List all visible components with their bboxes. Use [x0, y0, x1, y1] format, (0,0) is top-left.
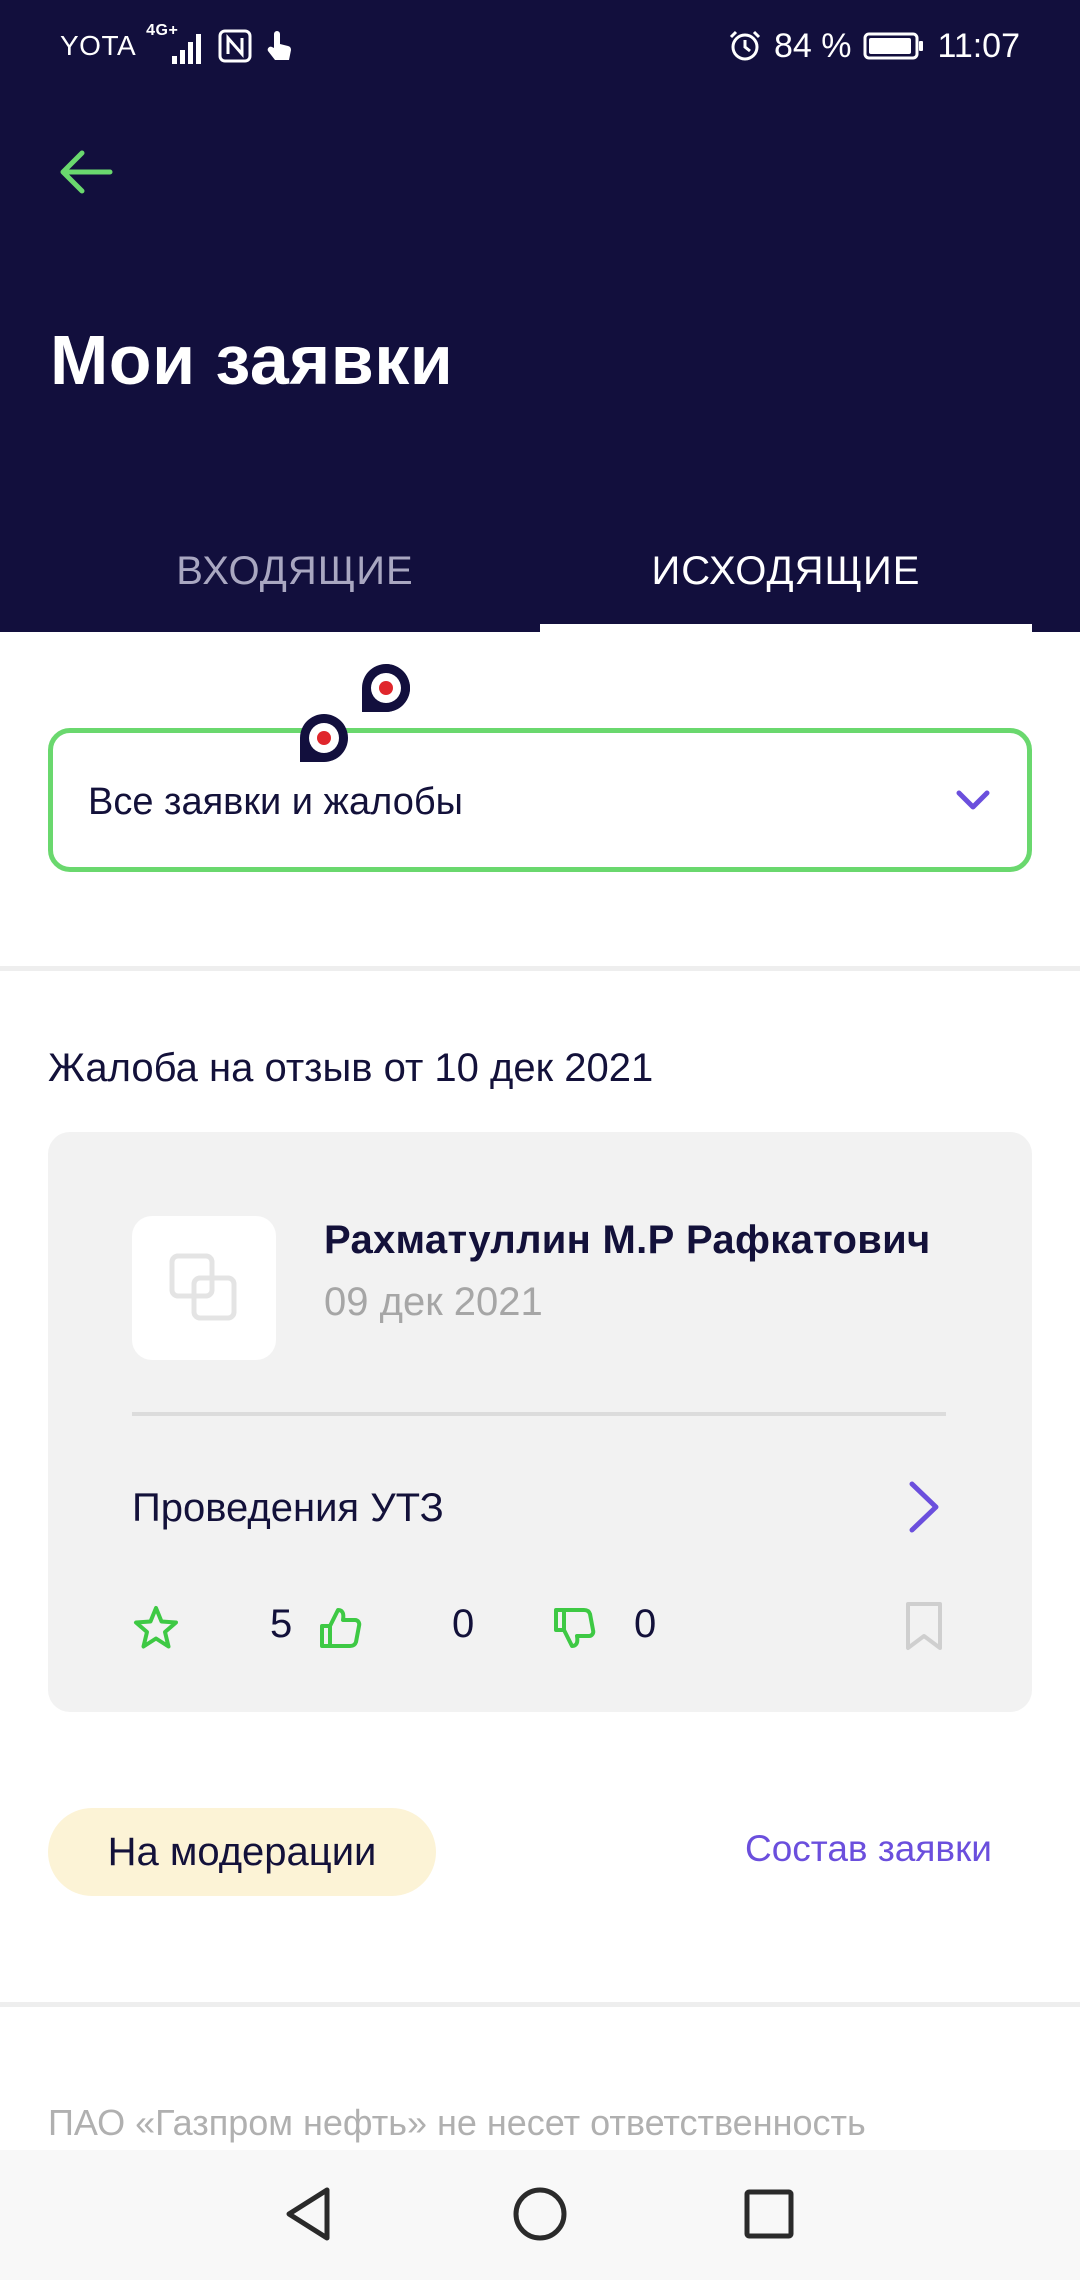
likes-count: 0 — [452, 1602, 475, 1646]
rating-value: 5 — [270, 1602, 293, 1646]
chevron-down-icon — [956, 790, 990, 810]
tab-incoming[interactable]: ВХОДЯЩИЕ — [50, 510, 540, 632]
carrier-label: YOTA — [60, 30, 137, 61]
placeholder-image-icon — [169, 1253, 237, 1321]
status-badge: На модерации — [48, 1808, 436, 1896]
thumbs-down-icon — [554, 1608, 596, 1648]
nav-back-icon[interactable] — [277, 2182, 341, 2246]
tab-bar: ВХОДЯЩИЕ ИСХОДЯЩИЕ — [0, 510, 1080, 632]
page-title: Мои заявки — [50, 321, 454, 399]
nav-home-icon[interactable] — [508, 2182, 572, 2246]
complaint-title: Жалоба на отзыв от 10 дек 2021 — [48, 1046, 654, 1090]
card-divider — [132, 1412, 946, 1416]
dropdown-selected-value: Все заявки и жалобы — [88, 781, 463, 823]
chevron-right-icon[interactable] — [904, 1478, 944, 1536]
star-icon — [134, 1606, 178, 1649]
dislikes-count: 0 — [634, 1602, 657, 1646]
system-nav-bar — [0, 2150, 1080, 2280]
nav-recents-icon[interactable] — [737, 2182, 801, 2246]
tab-outgoing[interactable]: ИСХОДЯЩИЕ — [540, 510, 1032, 632]
status-bar: YOTA 4G+ 84 % 11:07 — [0, 0, 1080, 92]
nfc-icon — [218, 29, 252, 63]
arrow-left-icon — [60, 150, 113, 194]
back-button[interactable] — [54, 140, 118, 204]
battery-icon — [863, 31, 925, 61]
touch-marker-icon — [362, 664, 410, 712]
request-details-link[interactable]: Состав заявки — [745, 1828, 992, 1870]
thumbs-up-icon — [320, 1608, 362, 1648]
battery-percent: 84 % — [773, 26, 852, 65]
service-thumbnail — [132, 1216, 276, 1360]
review-card[interactable]: Рахматуллин М.Р Рафкатович 09 дек 2021 П… — [48, 1132, 1032, 1712]
bookmark-icon[interactable] — [904, 1600, 944, 1652]
alarm-icon — [728, 29, 762, 63]
status-left: YOTA 4G+ — [60, 22, 296, 66]
review-date: 09 дек 2021 — [324, 1280, 543, 1324]
request-type-dropdown[interactable]: Все заявки и жалобы — [48, 728, 1032, 872]
touch-marker-icon — [300, 714, 348, 762]
signal-icon: 4G+ — [146, 22, 208, 66]
active-tab-indicator — [540, 624, 1032, 632]
disclaimer-text: ПАО «Газпром нефть» не несет ответственн… — [48, 2102, 866, 2143]
section-divider — [0, 966, 1080, 971]
section-divider — [0, 2002, 1080, 2007]
network-type-label: 4G+ — [146, 22, 179, 39]
review-author: Рахматуллин М.Р Рафкатович — [324, 1218, 931, 1262]
clock: 11:07 — [937, 26, 1020, 65]
app-header: YOTA 4G+ 84 % 11:07 Мои заявки ВХОДЯЩИЕ … — [0, 0, 1080, 632]
service-name: Проведения УТЗ — [132, 1486, 444, 1530]
touch-icon — [262, 28, 296, 64]
status-right: 84 % 11:07 — [728, 22, 1020, 70]
